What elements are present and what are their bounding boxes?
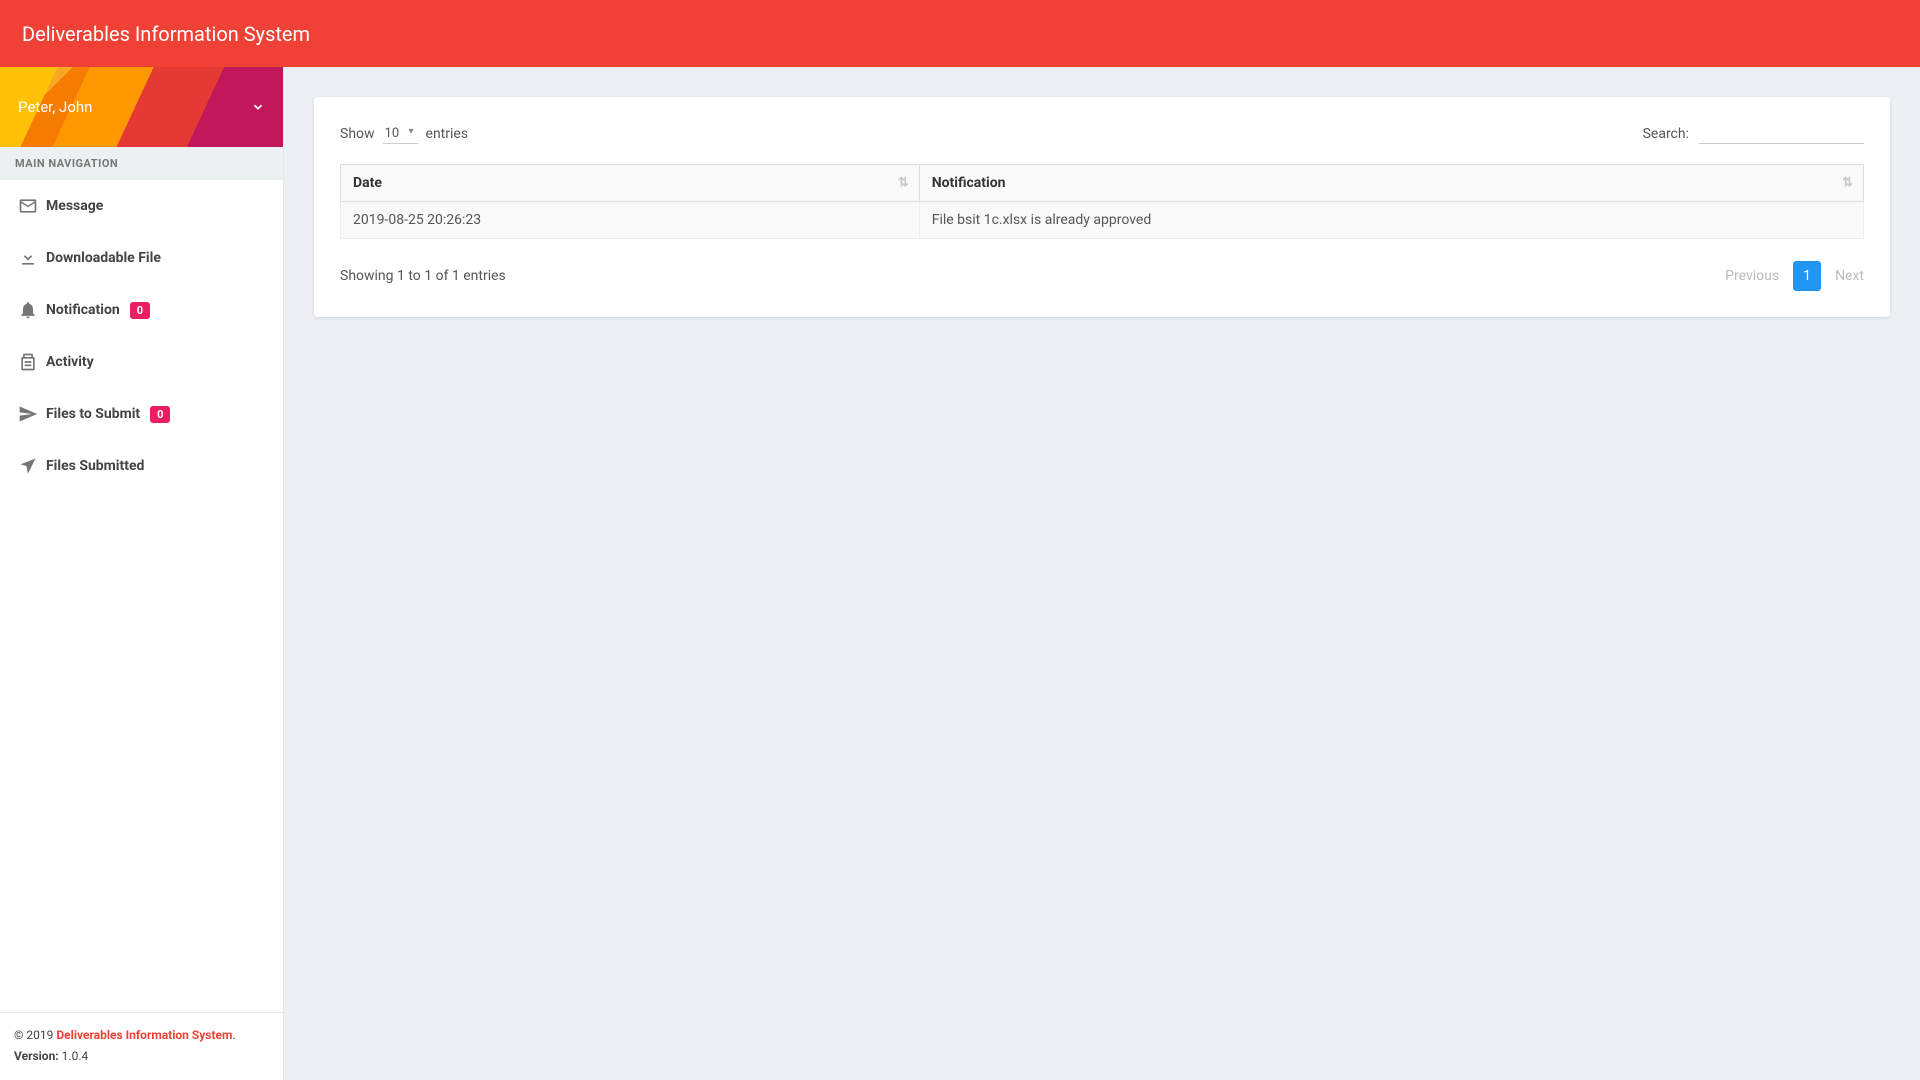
user-panel[interactable]: Peter, John bbox=[0, 67, 283, 147]
sidebar-footer: © 2019 Deliverables Information System. … bbox=[0, 1012, 283, 1080]
main-content: Show 10 entries Search: bbox=[284, 67, 1920, 1080]
column-header-label: Notification bbox=[932, 175, 1006, 191]
column-header-date[interactable]: Date ⇅ bbox=[341, 165, 920, 202]
length-select[interactable]: 10 bbox=[383, 124, 418, 144]
location-icon bbox=[14, 456, 42, 476]
sort-icon: ⇅ bbox=[1842, 176, 1853, 191]
sidebar: Peter, John MAIN NAVIGATION Message Down… bbox=[0, 67, 284, 1080]
table-header-row: Date ⇅ Notification ⇅ bbox=[341, 165, 1864, 202]
notification-badge: 0 bbox=[130, 302, 150, 319]
app-title: Deliverables Information System bbox=[22, 22, 310, 46]
mail-icon bbox=[14, 196, 42, 216]
send-icon bbox=[14, 404, 42, 424]
footer-link[interactable]: Deliverables Information System bbox=[56, 1028, 232, 1042]
next-button[interactable]: Next bbox=[1835, 268, 1864, 284]
sidebar-item-message[interactable]: Message bbox=[0, 180, 283, 232]
chevron-down-icon bbox=[251, 100, 265, 114]
column-header-notification[interactable]: Notification ⇅ bbox=[919, 165, 1863, 202]
datatable-card: Show 10 entries Search: bbox=[314, 97, 1890, 317]
bell-icon bbox=[14, 300, 42, 320]
page-button-current[interactable]: 1 bbox=[1793, 261, 1821, 291]
sidebar-item-label: Files to Submit bbox=[46, 406, 140, 422]
footer-copyright-pre: © 2019 bbox=[14, 1028, 56, 1042]
table-row: 2019-08-25 20:26:23 File bsit 1c.xlsx is… bbox=[341, 202, 1864, 239]
data-table: Date ⇅ Notification ⇅ 2019-08-25 20:26:2… bbox=[340, 164, 1864, 239]
footer-copyright-post: . bbox=[232, 1028, 235, 1042]
cell-notification: File bsit 1c.xlsx is already approved bbox=[919, 202, 1863, 239]
footer-version: 1.0.4 bbox=[59, 1049, 89, 1063]
user-name: Peter, John bbox=[18, 98, 92, 116]
datatable-controls: Show 10 entries Search: bbox=[340, 123, 1864, 144]
length-pre-label: Show bbox=[340, 126, 375, 142]
search-input[interactable] bbox=[1699, 123, 1864, 144]
sidebar-item-notification[interactable]: Notification 0 bbox=[0, 284, 283, 336]
clipboard-icon bbox=[14, 352, 42, 372]
length-post-label: entries bbox=[426, 126, 469, 142]
table-info: Showing 1 to 1 of 1 entries bbox=[340, 268, 506, 284]
column-header-label: Date bbox=[353, 175, 382, 191]
sidebar-item-label: Message bbox=[46, 198, 103, 214]
sidebar-item-files-to-submit[interactable]: Files to Submit 0 bbox=[0, 388, 283, 440]
search-label: Search: bbox=[1643, 126, 1689, 142]
sidebar-item-label: Files Submitted bbox=[46, 458, 144, 474]
length-select-wrap: 10 bbox=[383, 124, 418, 144]
sidebar-item-activity[interactable]: Activity bbox=[0, 336, 283, 388]
footer-version-label: Version: bbox=[14, 1049, 59, 1063]
nav-list: Message Downloadable File Notification 0 bbox=[0, 180, 283, 1012]
files-to-submit-badge: 0 bbox=[150, 406, 170, 423]
sidebar-item-files-submitted[interactable]: Files Submitted bbox=[0, 440, 283, 492]
cell-date: 2019-08-25 20:26:23 bbox=[341, 202, 920, 239]
sidebar-item-label: Activity bbox=[46, 354, 94, 370]
table-footer: Showing 1 to 1 of 1 entries Previous 1 N… bbox=[340, 261, 1864, 291]
sidebar-item-label: Downloadable File bbox=[46, 250, 161, 266]
sidebar-item-label: Notification bbox=[46, 302, 120, 318]
top-header: Deliverables Information System bbox=[0, 0, 1920, 67]
search-control: Search: bbox=[1643, 123, 1864, 144]
nav-section-header: MAIN NAVIGATION bbox=[0, 147, 283, 180]
length-control: Show 10 entries bbox=[340, 124, 468, 144]
download-icon bbox=[14, 248, 42, 268]
prev-button[interactable]: Previous bbox=[1725, 268, 1779, 284]
sort-icon: ⇅ bbox=[898, 176, 909, 191]
pager: Previous 1 Next bbox=[1725, 261, 1864, 291]
sidebar-item-downloadable-file[interactable]: Downloadable File bbox=[0, 232, 283, 284]
